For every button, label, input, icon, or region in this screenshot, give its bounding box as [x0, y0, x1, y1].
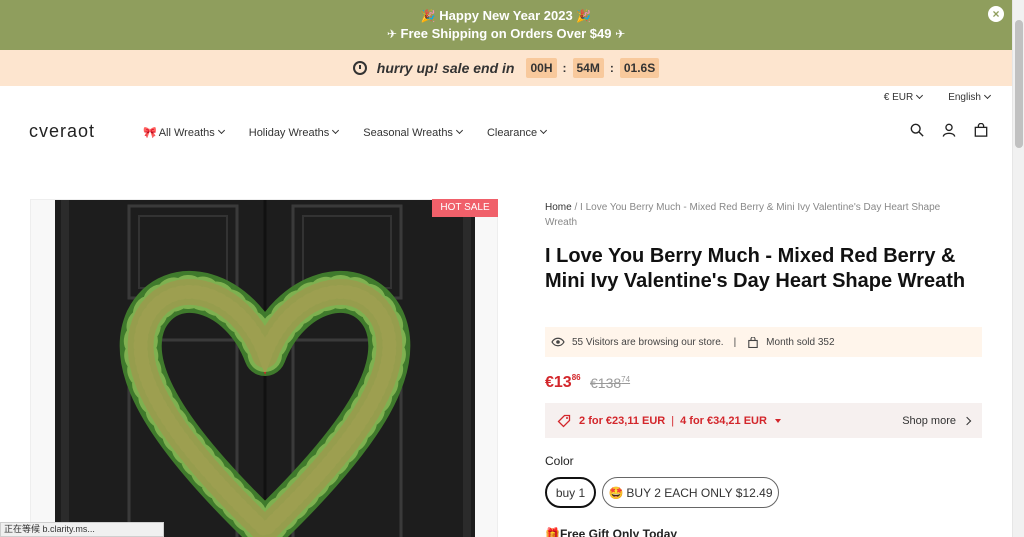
- divider: |: [733, 336, 737, 348]
- countdown-seconds: 01.6S: [619, 58, 660, 78]
- hot-sale-badge: HOT SALE: [432, 199, 498, 217]
- nav-item-holiday-wreaths[interactable]: Holiday Wreaths: [248, 126, 340, 139]
- option-buy-1[interactable]: buy 1: [545, 477, 596, 508]
- announcement-line-1: 🎉 Happy New Year 2023 🎉: [0, 8, 1012, 23]
- currency-label: € EUR: [883, 92, 914, 103]
- bag-icon: [748, 336, 758, 348]
- currency-selector[interactable]: € EUR: [883, 91, 924, 103]
- search-icon[interactable]: [910, 123, 924, 137]
- nav-item-seasonal-wreaths[interactable]: Seasonal Wreaths: [363, 126, 463, 139]
- option-label: buy 1: [555, 485, 586, 500]
- airplane-icon: ✈: [615, 27, 626, 41]
- breadcrumb: Home / I Love You Berry Much - Mixed Red…: [545, 200, 975, 230]
- countdown-hours: 00H: [526, 58, 557, 78]
- shop-more-label: Shop more: [902, 414, 956, 427]
- old-price-cents: 74: [621, 375, 631, 384]
- scrollbar[interactable]: [1012, 0, 1024, 537]
- option-buy-2[interactable]: 🤩 BUY 2 EACH ONLY $12.49: [602, 477, 779, 508]
- sold-text: Month sold 352: [766, 336, 835, 348]
- breadcrumb-home-link[interactable]: Home: [545, 202, 572, 213]
- account-icon[interactable]: [942, 123, 956, 137]
- nav-label: Holiday Wreaths: [248, 126, 330, 139]
- bundle-offers[interactable]: 2 for €23,11 EUR | 4 for €34,21 EUR Shop…: [545, 403, 982, 438]
- gift-text: Free Gift Only Today: [559, 527, 678, 537]
- eye-icon: [551, 337, 565, 347]
- chevron-down-icon: [332, 126, 340, 135]
- announcement-bar: 🎉 Happy New Year 2023 🎉 ✈ Free Shipping …: [0, 0, 1012, 50]
- bundle2-text: for €34,21 EUR: [689, 414, 767, 427]
- sale-countdown: hurry up! sale end in 00H : 54M : 01.6S: [0, 50, 1012, 86]
- tag-icon: [557, 414, 571, 427]
- bundle1-qty: 2: [579, 414, 586, 427]
- nav-item-clearance[interactable]: Clearance: [486, 126, 548, 139]
- chevron-down-icon: [217, 126, 225, 135]
- language-label: English: [948, 92, 981, 103]
- bundle1-text: for €23,11 EUR: [588, 414, 666, 427]
- language-selector[interactable]: English: [948, 91, 992, 103]
- countdown-text: hurry up! sale end in: [376, 60, 515, 76]
- old-price-main: €138: [590, 375, 622, 391]
- sale-price: €1386: [545, 373, 581, 392]
- bundle2-qty: 4: [680, 414, 687, 427]
- chevron-right-icon: [962, 416, 972, 425]
- header-icons: [910, 123, 988, 137]
- announcement-text-2: Free Shipping on Orders Over $49: [400, 26, 612, 41]
- announcement-line-2: ✈ Free Shipping on Orders Over $49 ✈: [0, 26, 1012, 41]
- countdown-separator: :: [562, 61, 567, 75]
- chevron-down-icon: [540, 126, 548, 135]
- nav-item-all-wreaths[interactable]: 🎀 All Wreaths: [143, 126, 225, 139]
- option-label: BUY 2 EACH ONLY $12.49: [626, 485, 773, 500]
- clock-icon: [352, 61, 367, 75]
- nav-label: Clearance: [486, 126, 538, 139]
- divider: |: [671, 414, 675, 427]
- shop-more-link[interactable]: Shop more: [902, 414, 972, 427]
- countdown-separator: :: [609, 61, 614, 75]
- page: 🎉 Happy New Year 2023 🎉 ✈ Free Shipping …: [0, 0, 1024, 537]
- product-title: I Love You Berry Much - Mixed Red Berry …: [545, 245, 966, 292]
- logo[interactable]: cveraot: [29, 121, 95, 142]
- announcement-text-1: Happy New Year 2023: [439, 8, 573, 23]
- price-main: €13: [545, 374, 572, 391]
- party-popper-icon: 🎉: [420, 9, 436, 23]
- visitors-bar: 55 Visitors are browsing our store. | Mo…: [545, 327, 982, 357]
- caret-down-icon: [774, 418, 781, 423]
- close-icon[interactable]: ×: [988, 6, 1004, 22]
- countdown-minutes: 54M: [572, 58, 604, 78]
- color-label: Color: [545, 454, 574, 468]
- chevron-down-icon: [983, 91, 992, 100]
- party-popper-icon: 🎉: [576, 9, 592, 23]
- scrollbar-thumb[interactable]: [1015, 20, 1023, 148]
- price-cents: 86: [571, 373, 581, 382]
- original-price: €13874: [590, 375, 630, 391]
- wreath-icon: 🎀: [143, 127, 157, 139]
- cart-icon[interactable]: [974, 123, 988, 137]
- chevron-down-icon: [455, 126, 463, 135]
- breadcrumb-current: / I Love You Berry Much - Mixed Red Berr…: [545, 202, 941, 228]
- smile-emoji-icon: 🤩: [608, 485, 624, 500]
- gift-icon: 🎁: [545, 527, 560, 537]
- airplane-icon: ✈: [386, 27, 397, 41]
- wreath-photo: [31, 200, 497, 537]
- product-image[interactable]: [30, 199, 498, 537]
- free-gift-notice: 🎁Free Gift Only Today: [545, 527, 677, 537]
- nav-label: Seasonal Wreaths: [363, 126, 453, 139]
- browser-status-bar: 正在等候 b.clarity.ms...: [0, 522, 164, 537]
- main-nav: 🎀 All Wreaths Holiday Wreaths Seasonal W…: [143, 126, 548, 139]
- utility-bar: € EUR English: [883, 91, 992, 103]
- chevron-down-icon: [916, 91, 924, 100]
- nav-label: All Wreaths: [158, 126, 215, 139]
- visitors-text: 55 Visitors are browsing our store.: [572, 336, 724, 348]
